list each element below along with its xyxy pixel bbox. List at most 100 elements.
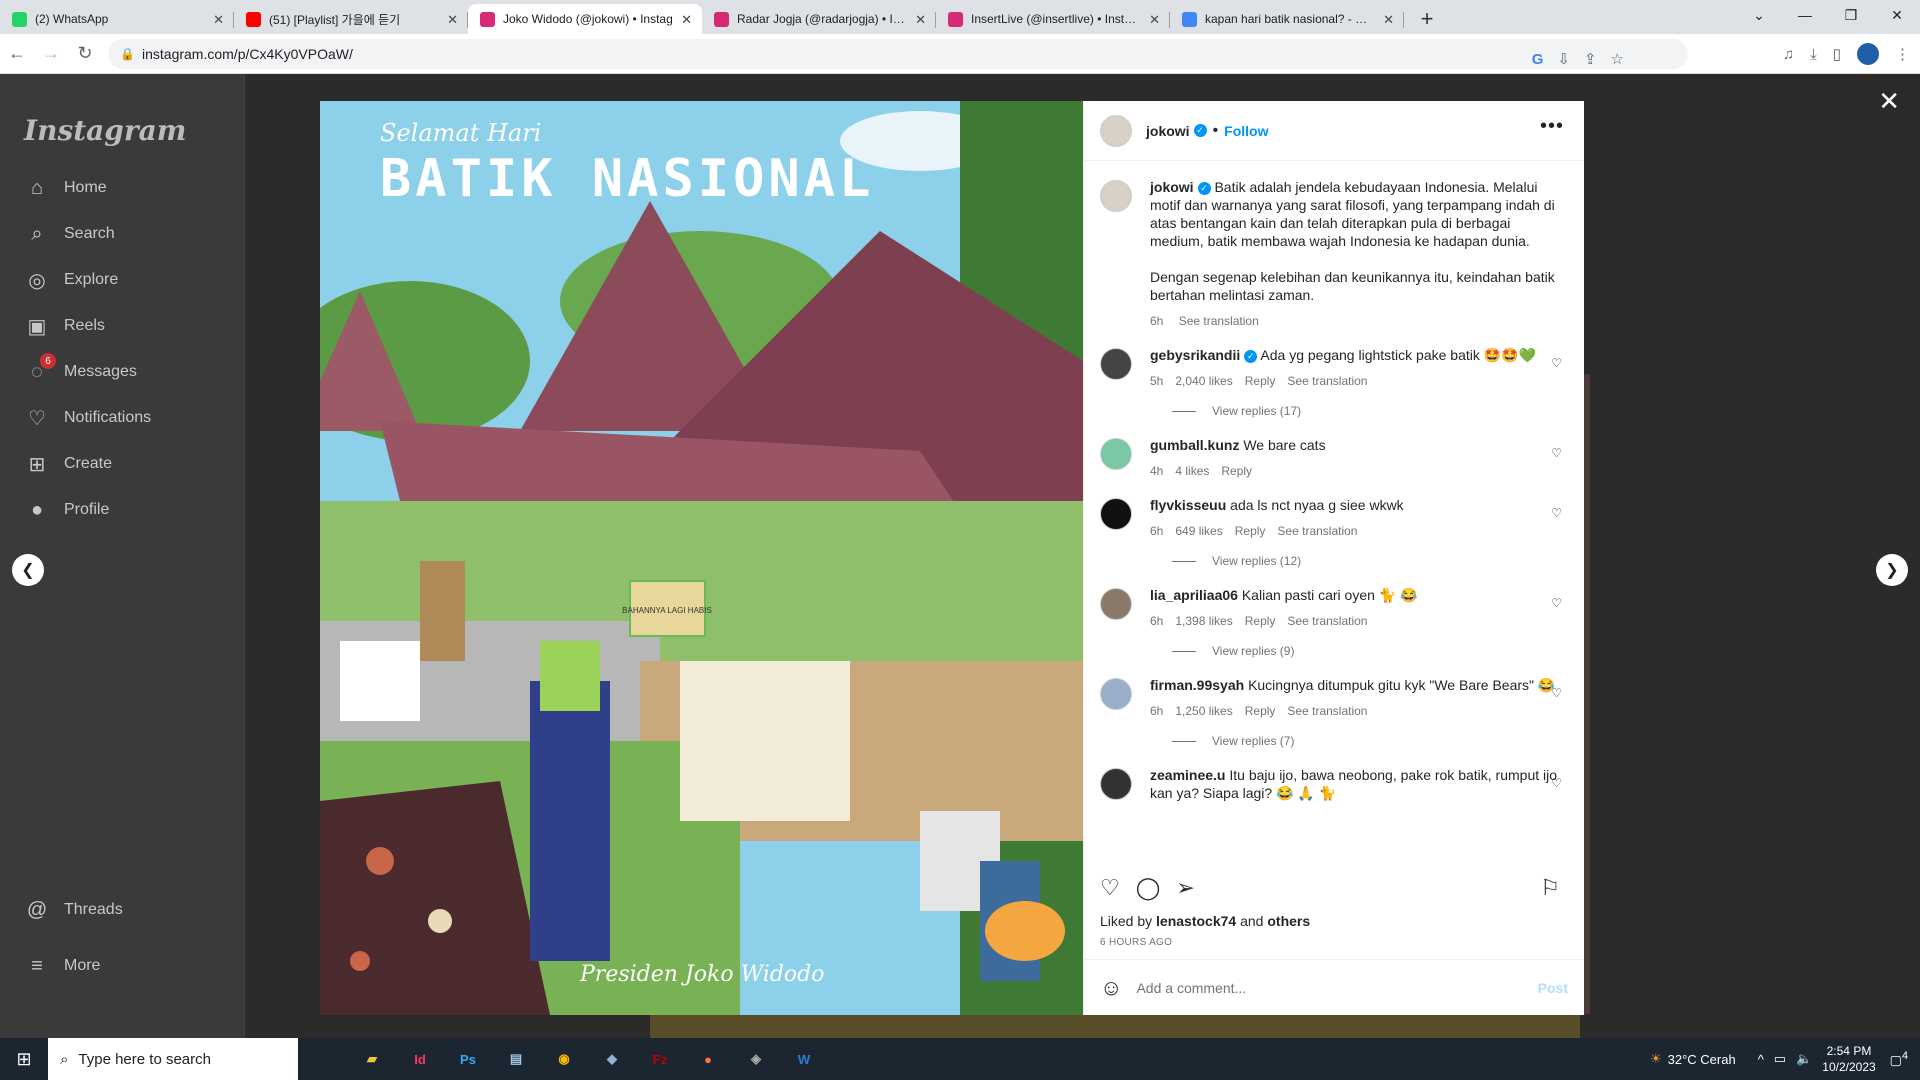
close-window-button[interactable]: ✕ bbox=[1874, 0, 1920, 30]
firefox-icon[interactable]: ● bbox=[684, 1038, 732, 1080]
reply-button[interactable]: Reply bbox=[1245, 614, 1276, 628]
like-heart-icon[interactable]: ♡ bbox=[1100, 875, 1120, 901]
comment-username[interactable]: gumball.kunz bbox=[1150, 437, 1239, 453]
browser-tab[interactable]: (2) WhatsApp ✕ bbox=[0, 4, 234, 34]
comment-like-icon[interactable]: ♡ bbox=[1551, 356, 1562, 370]
emoji-icon[interactable]: ☺ bbox=[1100, 975, 1122, 1001]
photoshop-icon[interactable]: Ps bbox=[444, 1038, 492, 1080]
reload-icon[interactable]: ↻ bbox=[68, 43, 102, 64]
new-tab-button[interactable]: + bbox=[1412, 4, 1442, 34]
google-lens-icon[interactable]: G bbox=[1532, 51, 1544, 68]
side-panel-icon[interactable]: ▯ bbox=[1833, 45, 1841, 63]
comment-icon[interactable]: ◯ bbox=[1136, 875, 1161, 901]
chrome-menu-icon[interactable]: ⋮ bbox=[1895, 45, 1910, 63]
commenter-avatar[interactable] bbox=[1100, 438, 1132, 470]
reply-button[interactable]: Reply bbox=[1235, 524, 1266, 538]
reply-button[interactable]: Reply bbox=[1221, 464, 1252, 478]
view-replies-button[interactable]: View replies (7) bbox=[1172, 734, 1568, 748]
comment-likes[interactable]: 2,040 likes bbox=[1175, 374, 1232, 388]
share-icon[interactable]: ⇪ bbox=[1584, 50, 1597, 68]
comment-likes[interactable]: 1,398 likes bbox=[1175, 614, 1232, 628]
see-translation-link[interactable]: See translation bbox=[1287, 704, 1367, 718]
instagram-logo[interactable]: Instagram bbox=[24, 114, 186, 147]
reply-button[interactable]: Reply bbox=[1245, 704, 1276, 718]
back-icon[interactable]: ← bbox=[0, 43, 34, 64]
author-username[interactable]: jokowi bbox=[1146, 123, 1190, 139]
comment-time[interactable]: 4h bbox=[1150, 464, 1163, 478]
close-modal-icon[interactable]: ✕ bbox=[1878, 86, 1900, 117]
comment-username[interactable]: lia_apriliaa06 bbox=[1150, 587, 1238, 603]
chrome-icon[interactable]: ◉ bbox=[540, 1038, 588, 1080]
comment-likes[interactable]: 1,250 likes bbox=[1175, 704, 1232, 718]
app-icon[interactable]: ▤ bbox=[492, 1038, 540, 1080]
close-tab-icon[interactable]: ✕ bbox=[681, 12, 692, 28]
commenter-avatar[interactable] bbox=[1100, 768, 1132, 800]
comment-username[interactable]: firman.99syah bbox=[1150, 677, 1244, 693]
close-tab-icon[interactable]: ✕ bbox=[1383, 12, 1394, 28]
close-tab-icon[interactable]: ✕ bbox=[1149, 12, 1160, 28]
author-avatar[interactable] bbox=[1100, 114, 1132, 147]
liked-by-others[interactable]: others bbox=[1267, 913, 1310, 929]
comment-time[interactable]: 6h bbox=[1150, 704, 1163, 718]
browser-tab[interactable]: Joko Widodo (@jokowi) • Instag ✕ bbox=[468, 4, 702, 34]
view-replies-button[interactable]: View replies (12) bbox=[1172, 554, 1568, 568]
weather-icon[interactable]: ☀ bbox=[1650, 1051, 1662, 1067]
liked-by-user[interactable]: lenastock74 bbox=[1156, 913, 1236, 929]
nav-item-search[interactable]: ⌕ Search bbox=[24, 214, 114, 254]
close-tab-icon[interactable]: ✕ bbox=[213, 12, 224, 28]
commenter-avatar[interactable] bbox=[1100, 348, 1132, 380]
forward-icon[interactable]: → bbox=[34, 43, 68, 64]
word-icon[interactable]: W bbox=[780, 1038, 828, 1080]
indesign-icon[interactable]: Id bbox=[396, 1038, 444, 1080]
comment-time[interactable]: 5h bbox=[1150, 374, 1163, 388]
more-options-icon[interactable]: ••• bbox=[1540, 115, 1564, 138]
volume-icon[interactable]: 🔈 bbox=[1796, 1051, 1812, 1067]
weather-text[interactable]: 32°C Cerah bbox=[1668, 1052, 1736, 1067]
app-icon[interactable]: ◆ bbox=[588, 1038, 636, 1080]
bookmark-star-icon[interactable]: ☆ bbox=[1611, 50, 1624, 68]
comment-like-icon[interactable]: ♡ bbox=[1551, 446, 1562, 460]
commenter-avatar[interactable] bbox=[1100, 498, 1132, 530]
comment-likes[interactable]: 4 likes bbox=[1175, 464, 1209, 478]
windows-start-icon[interactable]: ⊞ bbox=[0, 1038, 48, 1080]
prev-post-button[interactable]: ❮ bbox=[12, 554, 44, 586]
profile-avatar[interactable] bbox=[1857, 43, 1879, 65]
comment-time[interactable]: 6h bbox=[1150, 524, 1163, 538]
comment-time[interactable]: 6h bbox=[1150, 614, 1163, 628]
nav-item-explore[interactable]: ◎ Explore bbox=[24, 260, 118, 300]
taskbar-search-input[interactable]: ⌕ Type here to search bbox=[48, 1038, 298, 1080]
comments-list[interactable]: jokowi ✓ Batik adalah jendela kebudayaan … bbox=[1084, 162, 1584, 862]
see-translation-link[interactable]: See translation bbox=[1179, 314, 1259, 328]
commenter-avatar[interactable] bbox=[1100, 678, 1132, 710]
notification-center-icon[interactable]: ▢4 bbox=[1890, 1050, 1908, 1068]
post-comment-button[interactable]: Post bbox=[1538, 980, 1568, 996]
view-replies-button[interactable]: View replies (17) bbox=[1172, 404, 1568, 418]
share-send-icon[interactable]: ➢ bbox=[1176, 875, 1194, 901]
nav-item-threads[interactable]: @ Threads bbox=[24, 890, 123, 930]
commenter-avatar[interactable] bbox=[1100, 588, 1132, 620]
comment-input[interactable]: Add a comment... bbox=[1136, 980, 1537, 996]
comment-username[interactable]: flyvkisseuu bbox=[1150, 497, 1226, 513]
post-time[interactable]: 6 HOURS AGO bbox=[1100, 937, 1172, 948]
minimize-button[interactable]: — bbox=[1782, 0, 1828, 30]
tab-search-icon[interactable]: ⌄ bbox=[1736, 0, 1782, 30]
url-input[interactable]: 🔒 instagram.com/p/Cx4Ky0VPOaW/ G ⇩ ⇪ ☆ bbox=[108, 39, 1688, 69]
filezilla-icon[interactable]: Fz bbox=[636, 1038, 684, 1080]
nav-item-home[interactable]: ⌂ Home bbox=[24, 168, 107, 208]
downloads-icon[interactable]: ⤓ bbox=[1810, 46, 1817, 63]
browser-tab[interactable]: (51) [Playlist] 가을에 듣기 ✕ bbox=[234, 4, 468, 34]
browser-tab[interactable]: kapan hari batik nasional? - Goo ✕ bbox=[1170, 4, 1404, 34]
comment-like-icon[interactable]: ♡ bbox=[1551, 686, 1562, 700]
caption-username[interactable]: jokowi bbox=[1150, 179, 1194, 195]
comment-likes[interactable]: 649 likes bbox=[1175, 524, 1222, 538]
reply-button[interactable]: Reply bbox=[1245, 374, 1276, 388]
see-translation-link[interactable]: See translation bbox=[1287, 374, 1367, 388]
lock-icon[interactable]: 🔒 bbox=[120, 47, 135, 61]
app-icon[interactable]: ◈ bbox=[732, 1038, 780, 1080]
restore-button[interactable]: ❐ bbox=[1828, 0, 1874, 30]
browser-tab[interactable]: Radar Jogja (@radarjogja) • Insta ✕ bbox=[702, 4, 936, 34]
nav-item-reels[interactable]: ▣ Reels bbox=[24, 306, 105, 346]
tray-chevron-icon[interactable]: ^ bbox=[1758, 1052, 1764, 1067]
save-bookmark-icon[interactable]: ⚐ bbox=[1540, 875, 1560, 901]
nav-item-profile[interactable]: ● Profile bbox=[24, 490, 109, 530]
